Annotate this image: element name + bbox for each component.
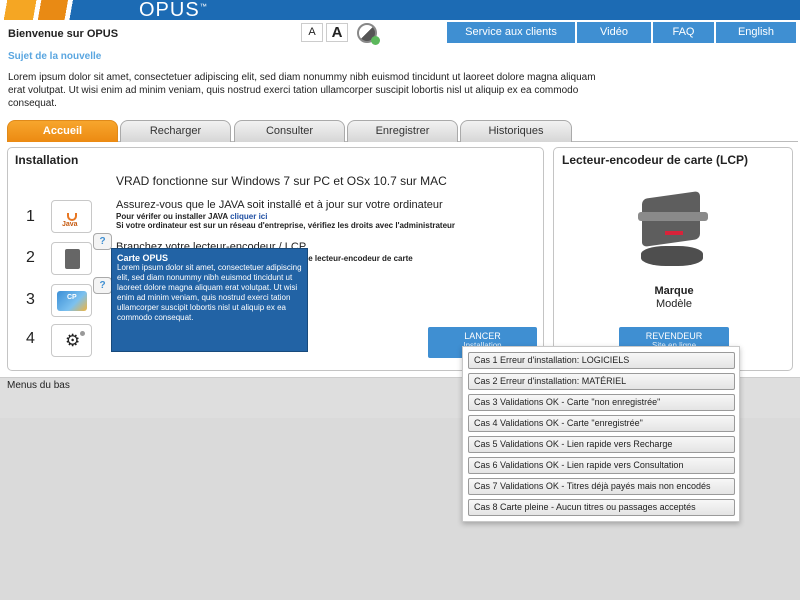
tab-enregistrer[interactable]: Enregistrer <box>347 120 458 142</box>
welcome-text: Bienvenue sur OPUS <box>8 28 119 40</box>
contrast-toggle-icon[interactable] <box>357 23 380 45</box>
os-requirements-text: VRAD fonctionne sur Windows 7 sur PC et … <box>116 174 447 188</box>
step-number-3: 3 <box>26 291 35 308</box>
step-number-4: 4 <box>26 330 35 347</box>
opus-card-tooltip: Carte OPUS Lorem ipsum dolor sit amet, c… <box>111 248 308 352</box>
help-card-icon[interactable]: ? <box>93 277 112 294</box>
java-icon[interactable]: Java <box>51 200 92 233</box>
news-text: Lorem ipsum dolor sit amet, consectetuer… <box>8 72 596 109</box>
test-cases-dropdown: Cas 1 Erreur d'installation: LOGICIELS C… <box>462 346 740 522</box>
tooltip-title: Carte OPUS <box>117 253 169 263</box>
help-reader-icon[interactable]: ? <box>93 233 112 250</box>
java-install-link[interactable]: cliquer ici <box>230 212 267 221</box>
case-8-item[interactable]: Cas 8 Carte pleine - Aucun titres ou pas… <box>468 499 735 516</box>
step-reader-sub: le lecteur-encodeur de carte <box>306 254 413 263</box>
step-java-network-note: Si votre ordinateur est sur un réseau d'… <box>116 221 456 230</box>
nav-faq-button[interactable]: FAQ <box>653 22 714 43</box>
case-3-item[interactable]: Cas 3 Validations OK - Carte "non enregi… <box>468 394 735 411</box>
case-2-item[interactable]: Cas 2 Erreur d'installation: MATÉRIEL <box>468 373 735 390</box>
font-size-small-button[interactable]: A <box>301 23 323 42</box>
tab-accueil[interactable]: Accueil <box>7 120 118 142</box>
nav-english-button[interactable]: English <box>716 22 796 43</box>
opus-card-icon[interactable]: CP <box>51 284 92 317</box>
font-size-large-button[interactable]: A <box>326 23 348 42</box>
card-reader-device-image <box>632 190 714 271</box>
card-reader-panel: Lecteur-encodeur de carte (LCP) Marque M… <box>553 147 793 371</box>
reader-model: Modèle <box>655 298 693 310</box>
brand-stripe <box>0 0 118 20</box>
news-title: Sujet de la nouvelle <box>8 51 102 62</box>
case-6-item[interactable]: Cas 6 Validations OK - Lien rapide vers … <box>468 457 735 474</box>
card-reader-title: Lecteur-encodeur de carte (LCP) <box>562 153 749 167</box>
case-4-item[interactable]: Cas 4 Validations OK - Carte "enregistré… <box>468 415 735 432</box>
step-java-instructions: Pour vérifer ou installer JAVA cliquer i… <box>116 212 268 221</box>
installation-title: Installation <box>15 153 79 167</box>
settings-gear-icon[interactable]: ⚙ <box>51 324 92 357</box>
case-5-item[interactable]: Cas 5 Validations OK - Lien rapide vers … <box>468 436 735 453</box>
tab-recharger[interactable]: Recharger <box>120 120 231 142</box>
case-1-item[interactable]: Cas 1 Erreur d'installation: LOGICIELS <box>468 352 735 369</box>
tooltip-text: Lorem ipsum dolor sit amet, consectetuer… <box>117 263 302 322</box>
nav-customer-service-button[interactable]: Service aux clients <box>447 22 575 43</box>
nav-video-button[interactable]: Vidéo <box>577 22 651 43</box>
opus-logo[interactable]: OPUS™ <box>139 0 208 22</box>
step-java-text: Assurez-vous que le JAVA soit installé e… <box>116 199 443 211</box>
top-banner: OPUS™ <box>0 0 800 22</box>
tab-consulter[interactable]: Consulter <box>234 120 345 142</box>
reader-brand: Marque <box>654 285 694 297</box>
card-reader-icon[interactable] <box>51 242 92 275</box>
case-7-item[interactable]: Cas 7 Validations OK - Titres déjà payés… <box>468 478 735 495</box>
step-number-1: 1 <box>26 208 35 225</box>
tab-historiques[interactable]: Historiques <box>460 120 572 142</box>
step-number-2: 2 <box>26 249 35 266</box>
